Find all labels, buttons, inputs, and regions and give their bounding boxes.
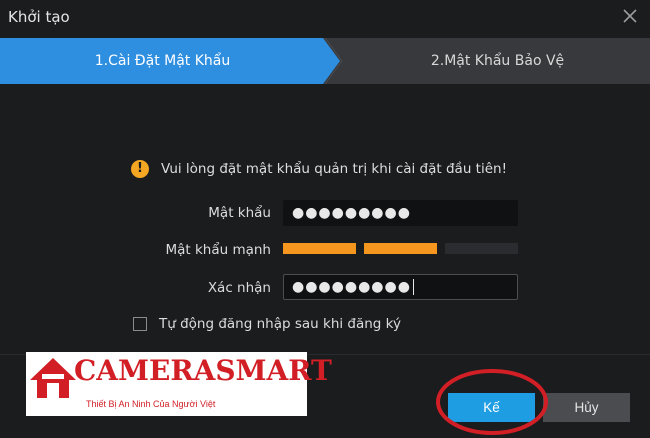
house-icon [30, 358, 76, 398]
strength-segment-2 [364, 243, 437, 254]
step-2-label: 2.Mật Khẩu Bảo Vệ [430, 53, 565, 69]
password-strength-meter [283, 243, 518, 254]
strength-label: Mật khẩu mạnh [165, 242, 271, 258]
autologin-checkbox[interactable] [133, 317, 147, 331]
next-button[interactable]: Kế [448, 393, 535, 422]
autologin-option[interactable]: Tự động đăng nhập sau khi đăng ký [133, 316, 401, 332]
text-caret [412, 279, 414, 295]
password-field[interactable]: ●●●●●●●●● [283, 200, 518, 226]
wizard-steps: 1.Cài Đặt Mật Khẩu 2.Mật Khẩu Bảo Vệ [0, 38, 650, 84]
watermark-tagline: Thiết Bị An Ninh Của Người Việt [86, 399, 216, 409]
warning-message: ! Vui lòng đặt mật khẩu quản trị khi cài… [131, 160, 507, 178]
password-value: ●●●●●●●●● [292, 205, 411, 221]
confirm-label: Xác nhận [207, 280, 271, 296]
window-title: Khởi tạo [8, 8, 70, 26]
step-1-label: 1.Cài Đặt Mật Khẩu [94, 53, 231, 69]
confirm-password-field[interactable]: ●●●●●●●●● [283, 274, 518, 300]
warning-text: Vui lòng đặt mật khẩu quản trị khi cài đ… [161, 161, 507, 177]
strength-segment-3 [445, 243, 518, 254]
title-bar: Khởi tạo [0, 0, 650, 36]
confirm-value: ●●●●●●●●● [292, 279, 411, 295]
autologin-label: Tự động đăng nhập sau khi đăng ký [159, 316, 401, 332]
cancel-button[interactable]: Hủy [543, 393, 630, 422]
strength-segment-1 [283, 243, 356, 254]
watermark-logo: CAMERASMART Thiết Bị An Ninh Của Người V… [26, 352, 332, 416]
warning-icon: ! [131, 160, 149, 178]
password-label: Mật khẩu [208, 205, 271, 221]
close-icon[interactable] [620, 6, 640, 26]
watermark-brand: CAMERASMART [74, 354, 332, 387]
